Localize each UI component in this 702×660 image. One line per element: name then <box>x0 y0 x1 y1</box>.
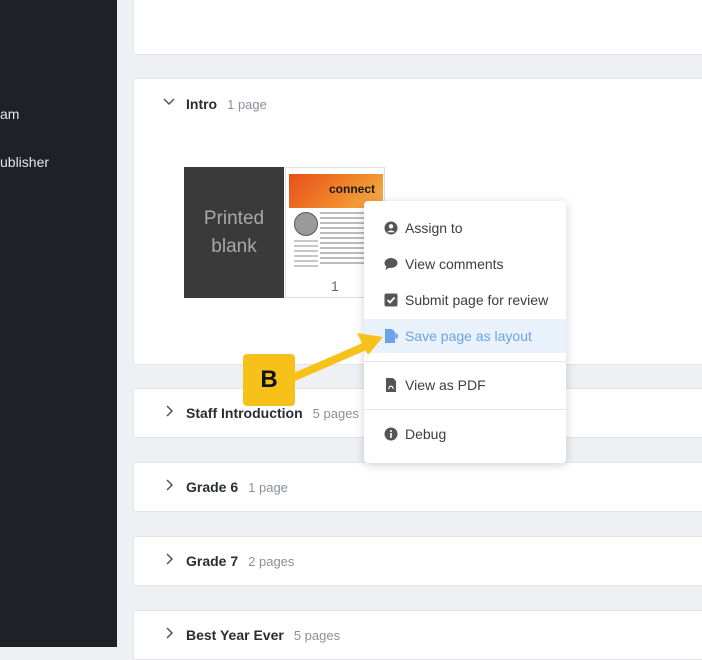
annotation-arrow <box>288 333 383 382</box>
annotation-badge: B <box>243 354 295 406</box>
